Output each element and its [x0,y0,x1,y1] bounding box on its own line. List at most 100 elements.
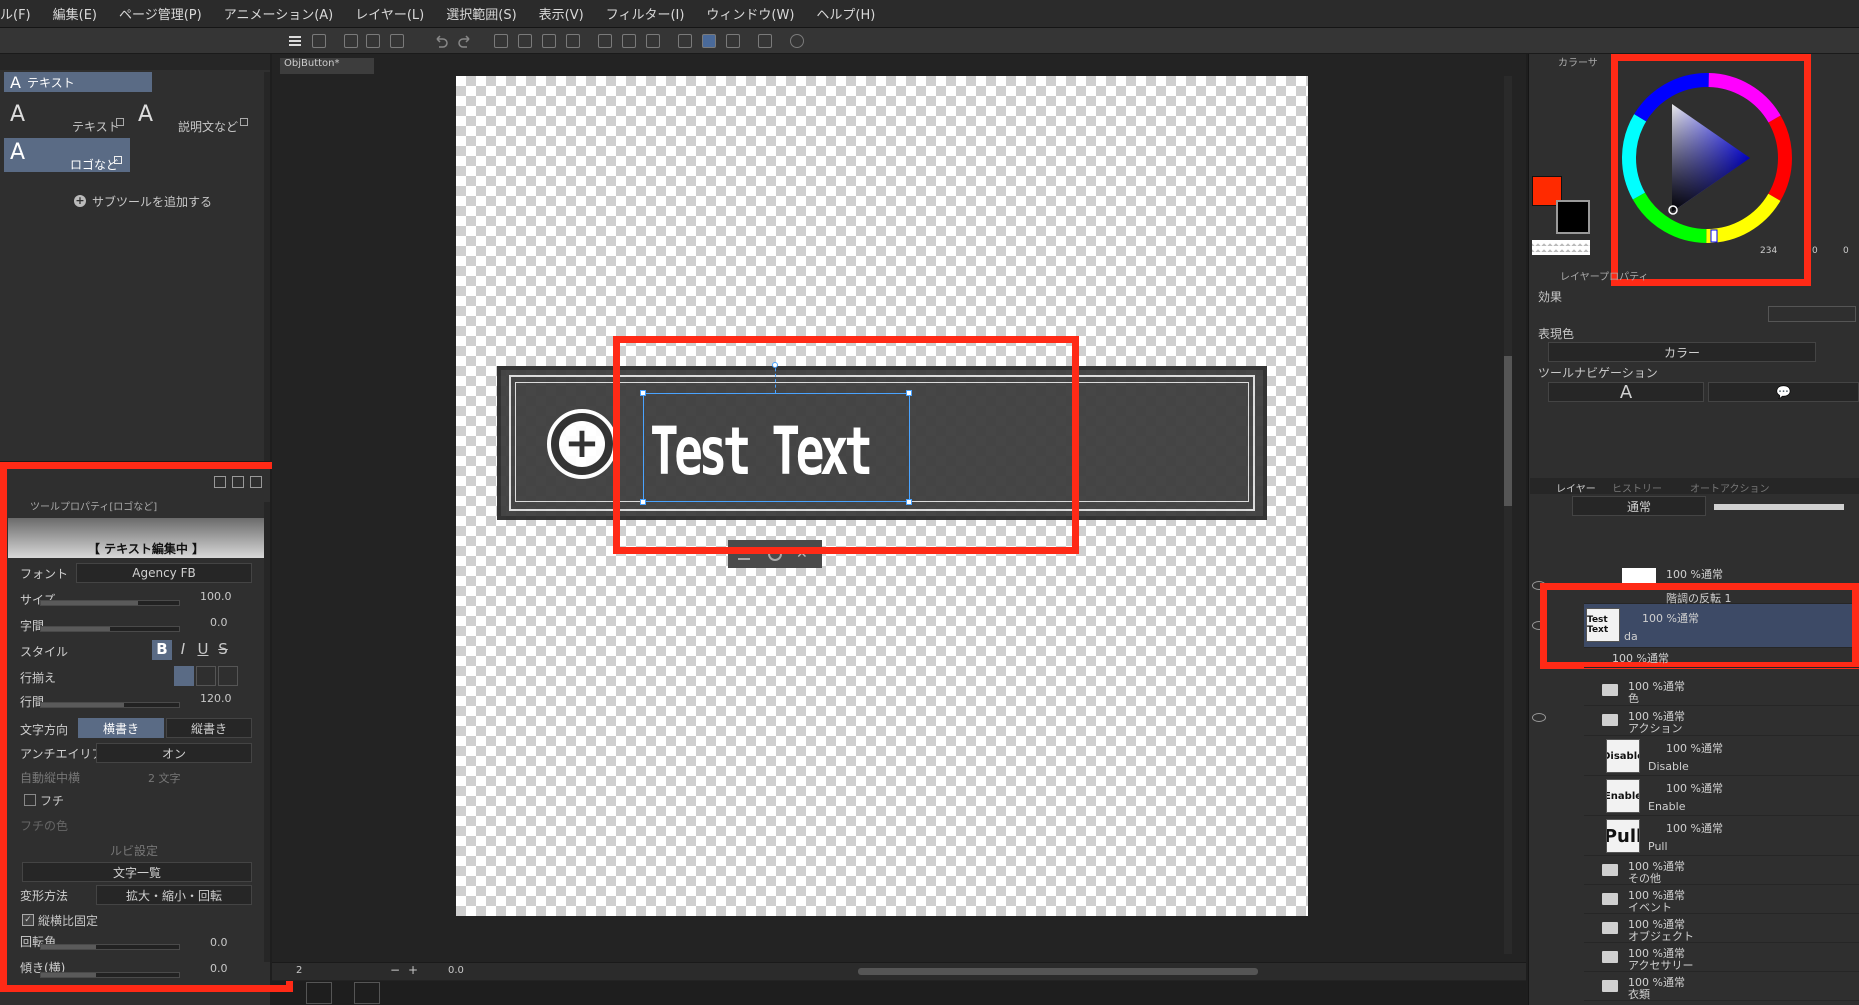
color-wheel[interactable] [1619,70,1795,246]
tool-nav-balloon-button[interactable]: 💬 [1708,382,1859,402]
auto-tate-value[interactable]: 2 文字 [148,770,181,786]
line-spacing-value[interactable]: 120.0 [200,692,232,705]
invert-selection-icon[interactable] [622,34,636,48]
opacity-slider[interactable] [1714,504,1844,510]
color-panel-tab[interactable]: カラーサ [1558,54,1678,70]
size-value[interactable]: 100.0 [200,590,232,603]
layer-row[interactable]: Enable 100 %通常 Enable [1584,776,1859,816]
transform-icon[interactable] [542,34,556,48]
tab-layers[interactable]: レイヤー [1556,480,1596,495]
spacing-value[interactable]: 0.0 [210,616,228,629]
open-folder-icon[interactable] [366,34,380,48]
document-tab[interactable]: ObjButton* [280,58,374,74]
folder-row[interactable]: 100 %通常 アクセサリー [1584,943,1859,972]
save-icon[interactable] [390,34,404,48]
folder-row[interactable]: 100 %通常 衣類 [1584,972,1859,1001]
device-icon[interactable] [758,34,772,48]
transparent-swatch[interactable] [1532,240,1590,255]
bold-button[interactable]: B [152,640,172,660]
layer-row[interactable]: Pull 100 %通常 Pull [1584,816,1859,856]
menu-selection[interactable]: 選択範囲(S) [446,4,516,23]
scrollbar[interactable] [264,502,270,962]
canvas-horizontal-scrollbar[interactable] [858,968,1258,975]
tab-autoaction[interactable]: オートアクション [1690,480,1770,495]
blend-mode-select[interactable]: 通常 [1572,496,1706,516]
spacing-slider[interactable] [40,626,180,632]
line-spacing-slider[interactable] [40,702,180,708]
canvas-text[interactable]: Test Text [650,404,873,500]
add-subtool-button[interactable]: + サブツールを追加する [74,192,254,210]
vertical-text-button[interactable]: 縦書き [166,718,252,738]
close-icon[interactable]: ✕ [796,546,808,562]
layer-row[interactable]: Disable 100 %通常 Disable [1584,736,1859,776]
resize-handle-bl[interactable] [640,499,646,505]
copy-icon[interactable] [232,476,244,488]
redo-icon[interactable] [458,34,472,48]
trash-icon[interactable] [250,476,262,488]
settings-icon[interactable] [354,982,380,1004]
deselect-icon[interactable] [598,34,612,48]
layer-row[interactable]: 100 %通常 階調の反転 1 [1584,564,1859,605]
folder-row[interactable]: 100 %通常 その他 [1584,856,1859,885]
layer-row-selected[interactable]: Test Text 100 %通常 da [1584,604,1859,648]
zoom-value[interactable]: 2 [296,965,302,976]
fill-icon[interactable] [518,34,532,48]
clear-icon[interactable] [494,34,508,48]
rotation-handle[interactable] [772,362,778,368]
horizontal-text-button[interactable]: 横書き [78,718,164,738]
export-icon[interactable] [214,476,226,488]
strikethrough-button[interactable]: S [214,640,232,660]
subtool-group-tab[interactable]: A テキスト [4,72,152,92]
rotation-value[interactable]: 0.0 [210,936,228,949]
menu-animation[interactable]: アニメーション(A) [224,4,334,23]
menu-layer[interactable]: レイヤー(L) [355,4,424,23]
rotation-slider[interactable] [40,944,180,950]
grid-snap-icon[interactable] [726,34,740,48]
subtool-item-description[interactable]: A 説明文など [132,100,256,136]
menu-file[interactable]: ル(F) [0,4,31,23]
ruby-button[interactable]: ルビ設定 [110,842,158,859]
eye-icon[interactable] [1532,621,1546,630]
sub-color-swatch[interactable] [1556,200,1590,234]
eye-icon[interactable] [1532,713,1546,722]
menu-edit[interactable]: 編集(E) [53,4,97,23]
align-center-icon[interactable] [196,666,216,686]
resize-handle-tl[interactable] [640,390,646,396]
menu-view[interactable]: 表示(V) [539,4,584,23]
underline-button[interactable]: U [194,640,212,660]
undo-icon[interactable] [434,34,448,48]
folder-row[interactable]: 100 %通常 アクション [1584,706,1859,736]
eye-icon[interactable] [1532,581,1546,590]
new-file-icon[interactable] [344,34,358,48]
subtool-item-text[interactable]: A テキスト [4,100,128,136]
layout-icon[interactable] [306,982,332,1004]
edge-checkbox[interactable] [24,794,36,806]
crop-icon[interactable] [566,34,580,48]
folder-row[interactable]: 100 %通常 イベント [1584,885,1859,914]
expression-color-select[interactable]: カラー [1548,342,1816,362]
help-icon[interactable] [790,34,804,48]
scrollbar[interactable] [264,72,270,461]
skew-slider[interactable] [40,972,180,978]
size-slider[interactable] [40,600,180,606]
confirm-icon[interactable] [768,547,782,561]
zoom-out-icon[interactable]: − [390,963,400,977]
menu-filter[interactable]: フィルター(I) [606,4,685,23]
folder-row[interactable]: 100 %通常色 [1584,676,1859,706]
align-left-icon[interactable] [174,666,194,686]
zoom-in-icon[interactable]: + [408,963,418,977]
align-right-icon[interactable] [218,666,238,686]
ruler-snap-icon[interactable] [678,34,692,48]
transform-select[interactable]: 拡大・縮小・回転 [96,885,252,905]
layer-row[interactable]: 100 %通常 [1584,648,1859,668]
angle-value[interactable]: 0.0 [448,965,464,976]
layer-property-tab[interactable]: レイヤープロパティ [1560,268,1650,283]
font-select[interactable]: Agency FB [76,563,252,583]
hamburger-icon[interactable] [288,34,302,48]
navigator-icon[interactable] [312,34,326,48]
menu-page[interactable]: ページ管理(P) [119,4,202,23]
resize-handle-br[interactable] [906,499,912,505]
skew-value[interactable]: 0.0 [210,962,228,975]
subtool-item-logo[interactable]: A ロゴなど [4,138,130,172]
menu-window[interactable]: ウィンドウ(W) [706,4,794,23]
